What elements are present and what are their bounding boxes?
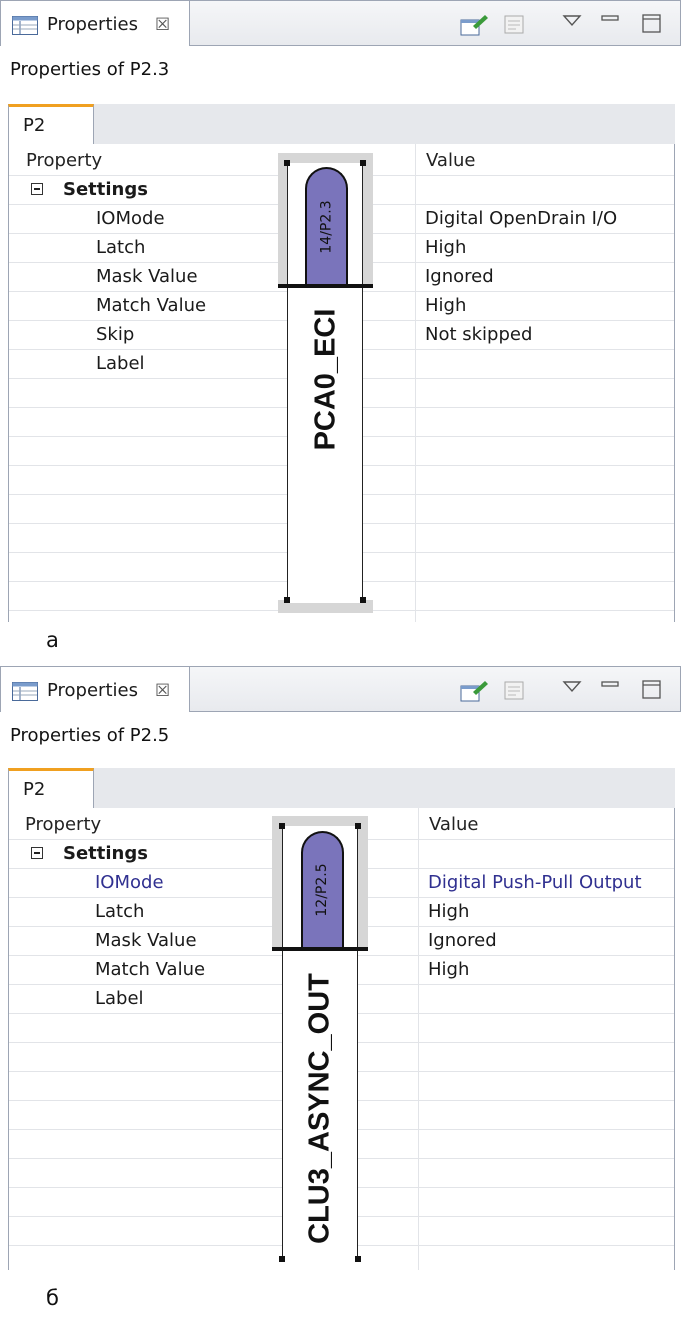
new-view-icon[interactable] (501, 678, 533, 704)
pin-to-selection-icon[interactable] (459, 12, 491, 38)
view-menu-icon[interactable] (561, 679, 583, 695)
property-name: Latch (96, 237, 146, 258)
collapse-icon[interactable] (31, 183, 43, 195)
property-value: High (425, 237, 467, 258)
resize-handle[interactable] (279, 823, 285, 829)
view-menu-icon[interactable] (561, 13, 583, 29)
view-header: Properties ☒ (0, 666, 681, 712)
property-value: Ignored (425, 266, 494, 287)
collapse-icon[interactable] (31, 847, 43, 859)
property-name: Skip (96, 324, 135, 345)
property-name: IOMode (95, 872, 164, 893)
group-label: Settings (63, 843, 148, 864)
view-header: Properties ☒ (0, 0, 681, 46)
tab-bar: P2 (8, 768, 675, 809)
property-name: IOMode (96, 208, 165, 229)
property-name: Mask Value (95, 930, 197, 951)
minimize-icon[interactable] (599, 13, 621, 29)
resize-handle[interactable] (279, 1256, 285, 1262)
properties-of-label: Properties of P2.5 (10, 725, 170, 746)
resize-handle[interactable] (284, 160, 290, 166)
property-name: Label (95, 988, 144, 1009)
properties-table-icon (12, 16, 38, 35)
resize-handle[interactable] (284, 597, 290, 603)
property-value: High (428, 901, 470, 922)
close-icon[interactable]: ☒ (155, 681, 170, 701)
property-value: Not skipped (425, 324, 533, 345)
figure-caption: б (46, 1286, 59, 1310)
pin-to-selection-icon[interactable] (459, 678, 491, 704)
view-title: Properties (47, 14, 138, 35)
property-value: Ignored (428, 930, 497, 951)
tab-label: P2 (23, 115, 46, 136)
pin-widget[interactable]: 12/P2.5 CLU3_ASYNC_OUT (272, 816, 368, 1262)
group-label: Settings (63, 179, 148, 200)
property-column-header: Property (25, 814, 102, 835)
maximize-icon[interactable] (641, 679, 663, 701)
property-name: Label (96, 353, 145, 374)
property-name: Match Value (96, 295, 207, 316)
resize-handle[interactable] (360, 160, 366, 166)
pin-separator (272, 947, 368, 951)
maximize-icon[interactable] (641, 13, 663, 35)
tab-p2[interactable]: P2 (8, 768, 94, 809)
properties-table-icon (12, 682, 38, 701)
new-view-icon[interactable] (501, 12, 533, 38)
value-column-header: Value (429, 814, 479, 835)
property-column-header: Property (26, 150, 103, 171)
property-value: Digital Push-Pull Output (428, 872, 642, 893)
minimize-icon[interactable] (599, 679, 621, 695)
resize-handle[interactable] (355, 823, 361, 829)
tab-label: P2 (23, 779, 46, 800)
property-value: High (425, 295, 467, 316)
property-name: Match Value (95, 959, 206, 980)
property-name: Latch (95, 901, 145, 922)
property-name: Mask Value (96, 266, 198, 287)
pin-function-label: PCA0_ECI (309, 308, 342, 451)
view-tab-properties[interactable]: Properties ☒ (1, 667, 190, 712)
resize-handle[interactable] (360, 597, 366, 603)
pin-function-label: CLU3_ASYNC_OUT (303, 973, 336, 1244)
pin-widget[interactable]: 14/P2.3 PCA0_ECI (278, 153, 373, 613)
pin-number-label: 12/P2.5 (314, 863, 330, 917)
property-value: Digital OpenDrain I/O (425, 208, 618, 229)
view-title: Properties (47, 680, 138, 701)
tab-bar: P2 (8, 104, 675, 145)
tab-p2[interactable]: P2 (8, 104, 94, 145)
view-tab-properties[interactable]: Properties ☒ (1, 1, 190, 46)
close-icon[interactable]: ☒ (155, 15, 170, 35)
value-column-header: Value (426, 150, 476, 171)
pin-number-label: 14/P2.3 (318, 200, 335, 254)
properties-of-label: Properties of P2.3 (10, 59, 170, 80)
resize-handle[interactable] (355, 1256, 361, 1262)
figure-caption: а (46, 628, 59, 652)
property-value: High (428, 959, 470, 980)
